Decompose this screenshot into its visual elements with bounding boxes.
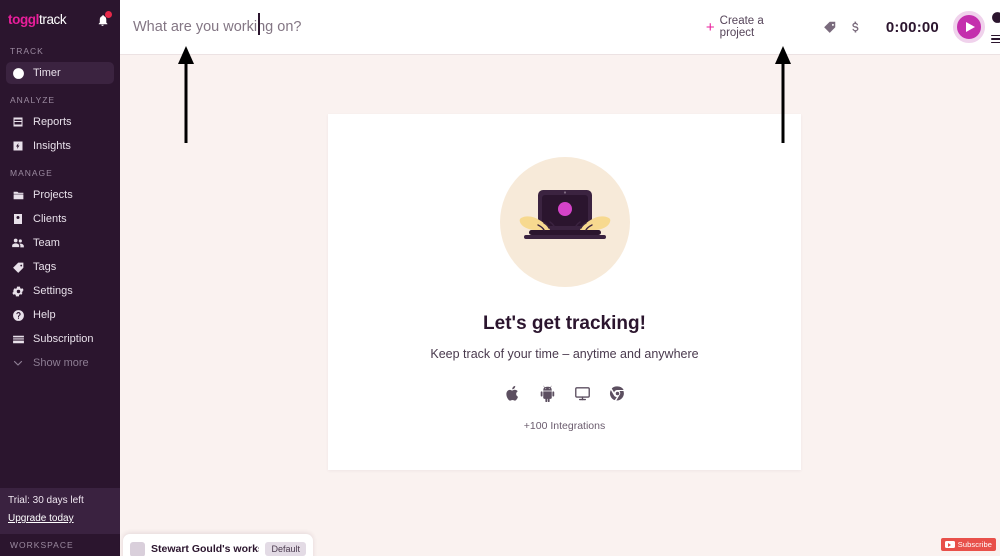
hamburger-menu-icon: [990, 34, 1000, 37]
notification-badge-dot: [105, 11, 112, 18]
sidebar-item-insights[interactable]: Insights: [6, 135, 114, 157]
gear-icon: [11, 284, 25, 298]
sidebar-item-label: Reports: [33, 116, 72, 128]
sidebar-item-help[interactable]: Help: [6, 304, 114, 326]
sidebar-item-team[interactable]: Team: [6, 232, 114, 254]
text-cursor: [258, 13, 260, 35]
timer-mode-button[interactable]: [991, 11, 1000, 29]
card-icon: [11, 332, 25, 346]
desktop-icon[interactable]: [574, 385, 591, 402]
folder-icon: [11, 188, 25, 202]
workspace-avatar: [130, 541, 145, 556]
timer-bar-right-stack: [990, 11, 1000, 44]
platform-icons-row: [504, 385, 626, 402]
sidebar-item-label: Settings: [33, 285, 73, 297]
sidebar-item-projects[interactable]: Projects: [6, 184, 114, 206]
play-icon: [965, 22, 975, 32]
sidebar-item-label: Projects: [33, 189, 73, 201]
timer-bar-controls: + Create a project 0:00:00: [706, 0, 1000, 55]
sidebar-section-manage: MANAGE: [10, 168, 53, 178]
sidebar-item-label: Clients: [33, 213, 67, 225]
notification-bell-button[interactable]: [94, 11, 112, 28]
timer-display: 0:00:00: [885, 18, 939, 36]
sidebar-item-clients[interactable]: Clients: [6, 208, 114, 230]
logo-toggl-text: toggl: [8, 12, 39, 28]
laptop-hands-illustration: [499, 157, 630, 287]
sidebar-item-label: Tags: [33, 261, 57, 273]
workspace-name: Stewart Gould's workspace: [151, 543, 259, 555]
trial-box: Trial: 30 days left Upgrade today: [0, 488, 120, 534]
insights-icon: [11, 139, 25, 153]
youtube-play-icon: [944, 541, 955, 548]
empty-state-inner: Let's get tracking! Keep track of your t…: [328, 114, 801, 470]
chevron-down-icon: [11, 356, 25, 370]
sidebar-item-label: Timer: [33, 67, 61, 79]
toggl-track-logo[interactable]: toggltrack: [8, 12, 67, 28]
chrome-icon[interactable]: [609, 385, 626, 402]
billable-button[interactable]: [843, 14, 868, 40]
trial-status-text: Trial: 30 days left: [8, 495, 84, 506]
sidebar-item-label: Help: [33, 309, 56, 321]
sidebar-item-tags[interactable]: Tags: [6, 256, 114, 278]
sidebar-item-label: Team: [33, 237, 60, 249]
sidebar: toggltrack TRACK Timer ANALYZE Reports I…: [0, 0, 120, 556]
apple-icon[interactable]: [504, 385, 521, 402]
plus-icon: +: [705, 18, 715, 36]
person-card-icon: [11, 212, 25, 226]
brand-row: toggltrack: [0, 0, 120, 40]
sidebar-item-timer[interactable]: Timer: [6, 62, 114, 84]
tag-icon: [11, 260, 25, 274]
tag-button[interactable]: [817, 14, 842, 40]
create-project-button[interactable]: + Create a project: [706, 15, 799, 39]
sidebar-item-label: Insights: [33, 140, 71, 152]
tag-icon: [823, 21, 836, 33]
start-timer-button[interactable]: [952, 11, 985, 43]
hamburger-menu-icon: [990, 38, 1000, 40]
arrow-to-task-input: [178, 46, 194, 143]
sidebar-section-analyze: ANALYZE: [10, 95, 56, 105]
app-menu-button[interactable]: [990, 34, 1000, 44]
android-icon[interactable]: [539, 385, 556, 402]
sidebar-item-label: Subscription: [33, 333, 94, 345]
laptop-illustration-svg: [519, 190, 610, 239]
timer-bar: + Create a project 0:00:00: [120, 0, 1000, 55]
task-description-input[interactable]: [133, 12, 706, 42]
workspace-selector-popover[interactable]: Stewart Gould's workspace Default: [123, 534, 313, 556]
timer-mode-clock-icon: [992, 11, 1000, 23]
reports-icon: [11, 115, 25, 129]
toggl-track-app: toggltrack TRACK Timer ANALYZE Reports I…: [0, 0, 1000, 556]
logo-track-text: track: [39, 12, 67, 28]
sidebar-item-label: Show more: [33, 357, 89, 369]
dollar-icon: [852, 21, 859, 33]
content-area: Let's get tracking! Keep track of your t…: [120, 46, 1000, 556]
sidebar-item-subscription[interactable]: Subscription: [6, 328, 114, 350]
sidebar-item-reports[interactable]: Reports: [6, 111, 114, 133]
sidebar-item-settings[interactable]: Settings: [6, 280, 114, 302]
empty-state-title: Let's get tracking!: [483, 313, 646, 334]
youtube-subscribe-label: Subscribe: [957, 540, 992, 549]
create-project-label: Create a project: [719, 15, 764, 39]
integrations-count-label: +100 Integrations: [523, 420, 606, 432]
sidebar-item-show-more[interactable]: Show more: [6, 352, 114, 374]
hamburger-menu-icon: [990, 41, 1000, 44]
sidebar-section-track: TRACK: [10, 46, 44, 56]
empty-state-card: Let's get tracking! Keep track of your t…: [328, 114, 801, 470]
youtube-subscribe-button[interactable]: Subscribe: [940, 538, 996, 551]
main-area: + Create a project 0:00:00: [120, 0, 1000, 556]
people-icon: [11, 236, 25, 250]
upgrade-today-link[interactable]: Upgrade today: [8, 513, 74, 524]
clock-icon: [11, 66, 25, 80]
workspace-default-badge: Default: [265, 542, 306, 556]
empty-state-subtitle: Keep track of your time – anytime and an…: [430, 347, 699, 361]
question-circle-icon: [11, 308, 25, 322]
workspace-section-label: WORKSPACE: [10, 540, 74, 550]
